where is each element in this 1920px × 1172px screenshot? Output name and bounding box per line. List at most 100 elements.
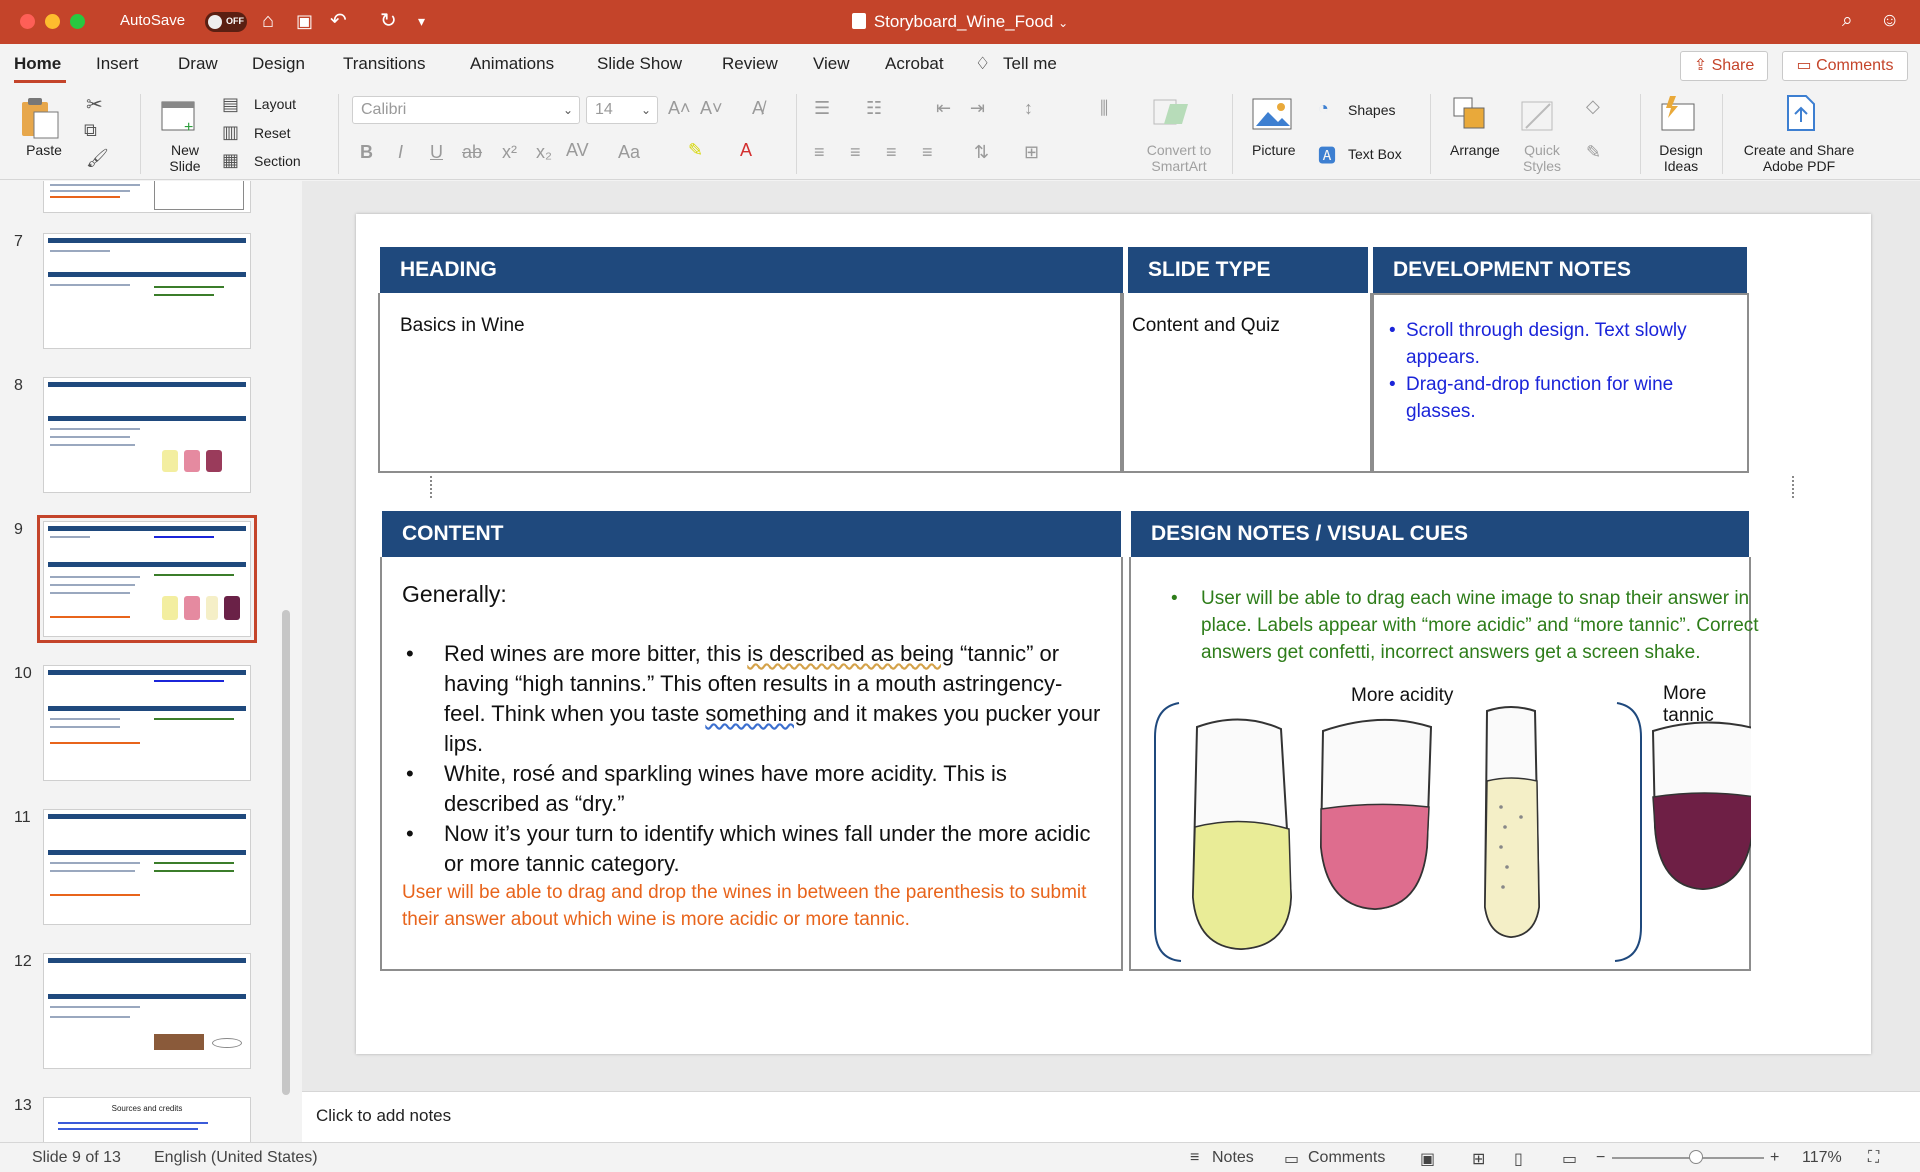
account-icon[interactable]: ☺ [1880, 9, 1899, 33]
align-right-icon[interactable]: ≡ [886, 142, 897, 163]
design-notes-cell[interactable]: • User will be able to drag each wine im… [1129, 557, 1759, 971]
slide-type-cell[interactable]: Content and Quiz [1122, 293, 1372, 473]
italic-icon[interactable]: I [398, 142, 403, 163]
smartart-icon[interactable] [1150, 96, 1192, 130]
align-text-icon[interactable]: ⊞ [1024, 142, 1039, 163]
picture-label[interactable]: Picture [1252, 142, 1296, 158]
reset-icon[interactable]: ▥ [222, 122, 239, 143]
shapes-icon[interactable]: ◔ [1318, 98, 1329, 119]
justify-icon[interactable]: ≡ [922, 142, 933, 163]
align-center-icon[interactable]: ≡ [850, 142, 861, 163]
shapes-label[interactable]: Shapes [1348, 102, 1395, 118]
arrange-label[interactable]: Arrange [1450, 142, 1500, 158]
text-box-label[interactable]: Text Box [1348, 146, 1402, 162]
tab-view[interactable]: View [813, 54, 850, 74]
quick-styles-icon[interactable] [1518, 94, 1558, 134]
tab-insert[interactable]: Insert [96, 54, 139, 74]
language-status[interactable]: English (United States) [154, 1149, 318, 1167]
development-notes-cell[interactable]: Scroll through design. Text slowly appea… [1372, 293, 1749, 473]
comments-toggle-button[interactable]: Comments [1308, 1149, 1385, 1167]
cut-icon[interactable]: ✂ [86, 92, 103, 117]
slide-thumbnail-10[interactable] [43, 665, 251, 781]
tab-animations[interactable]: Animations [470, 54, 554, 74]
tab-review[interactable]: Review [722, 54, 778, 74]
superscript-icon[interactable]: x² [502, 142, 517, 163]
slide-sorter-icon[interactable]: ⊞ [1472, 1149, 1485, 1169]
chevron-down-icon[interactable]: ⌄ [1058, 16, 1068, 30]
new-slide-label[interactable]: New Slide [160, 142, 210, 174]
columns-icon[interactable]: ⫼ [1100, 98, 1108, 119]
slide-thumbnail-13[interactable]: Sources and credits [43, 1097, 251, 1142]
red-wine-glass[interactable] [1651, 721, 1751, 891]
subscript-icon[interactable]: x₂ [536, 142, 552, 163]
slide-thumbnail-6[interactable] [43, 181, 251, 213]
text-box-icon[interactable]: 🅰 [1318, 142, 1336, 168]
font-color-icon[interactable]: A [740, 140, 752, 161]
arrange-icon[interactable] [1450, 94, 1490, 134]
pdf-share-icon[interactable] [1780, 92, 1820, 134]
decrease-font-icon[interactable]: A˅ [700, 98, 723, 119]
bullets-icon[interactable]: ☰ [814, 98, 830, 119]
tab-tell-me[interactable]: Tell me [1003, 54, 1057, 74]
tab-transitions[interactable]: Transitions [343, 54, 426, 74]
design-ideas-label[interactable]: Design Ideas [1654, 142, 1708, 174]
format-painter-icon[interactable]: 🖌 [86, 148, 109, 169]
design-ideas-icon[interactable] [1656, 94, 1700, 134]
heading-cell[interactable]: Basics in Wine [378, 293, 1122, 473]
layout-icon[interactable]: ▤ [222, 94, 239, 115]
align-left-icon[interactable]: ≡ [814, 142, 825, 163]
underline-icon[interactable]: U [430, 142, 443, 163]
tab-slide-show[interactable]: Slide Show [597, 54, 682, 74]
slide-thumbnail-8[interactable] [43, 377, 251, 493]
zoom-slider-handle[interactable] [1689, 1150, 1703, 1164]
search-icon[interactable]: ⌕ [1842, 9, 1853, 33]
slide-canvas[interactable]: HEADING SLIDE TYPE DEVELOPMENT NOTES Bas… [356, 214, 1871, 1054]
create-share-pdf-label[interactable]: Create and Share Adobe PDF [1736, 142, 1862, 174]
slide-thumbnail-9[interactable] [37, 515, 257, 643]
section-label[interactable]: Section [254, 153, 301, 169]
highlight-color-icon[interactable]: ✎ [688, 140, 703, 161]
increase-indent-icon[interactable]: ⇥ [970, 98, 985, 119]
zoom-in-icon[interactable]: + [1770, 1149, 1779, 1167]
zoom-out-icon[interactable]: − [1596, 1149, 1605, 1167]
paste-icon[interactable] [18, 96, 62, 140]
picture-icon[interactable] [1250, 96, 1294, 132]
zoom-slider-track[interactable] [1612, 1157, 1764, 1159]
paste-label[interactable]: Paste [24, 142, 64, 158]
layout-label[interactable]: Layout [254, 96, 296, 112]
fit-to-window-icon[interactable]: ⛶ [1868, 1149, 1879, 1167]
character-spacing-icon[interactable]: AV [566, 140, 589, 161]
normal-view-icon[interactable]: ▣ [1420, 1149, 1435, 1169]
font-name-select[interactable]: Calibri ⌄ [352, 96, 580, 124]
strikethrough-icon[interactable]: ab [462, 142, 482, 163]
tab-design[interactable]: Design [252, 54, 305, 74]
shape-fill-icon[interactable]: ◇ [1586, 96, 1600, 117]
slide-show-icon[interactable]: ▭ [1562, 1149, 1577, 1169]
thumbnail-scrollbar[interactable] [282, 610, 290, 1095]
comments-button[interactable]: ▭ Comments [1782, 51, 1908, 81]
slide-thumbnail-12[interactable] [43, 953, 251, 1069]
convert-smartart-label[interactable]: Convert to SmartArt [1136, 142, 1222, 174]
section-icon[interactable]: ▦ [222, 150, 239, 171]
slide-thumbnail-11[interactable] [43, 809, 251, 925]
new-slide-icon[interactable]: + [156, 96, 200, 136]
reset-label[interactable]: Reset [254, 125, 291, 141]
sparkling-wine-glass[interactable] [1483, 706, 1541, 939]
tab-draw[interactable]: Draw [178, 54, 218, 74]
notes-toggle-button[interactable]: Notes [1212, 1149, 1254, 1167]
decrease-indent-icon[interactable]: ⇤ [936, 98, 951, 119]
copy-icon[interactable]: ⧉ [84, 120, 97, 141]
text-direction-icon[interactable]: ⇅ [974, 142, 989, 163]
increase-font-icon[interactable]: A˄ [668, 98, 691, 119]
rose-wine-glass[interactable] [1319, 718, 1433, 911]
shape-outline-icon[interactable]: ✎ [1586, 142, 1601, 163]
change-case-icon[interactable]: Aa [618, 142, 640, 163]
zoom-level[interactable]: 117% [1802, 1149, 1842, 1167]
quick-styles-label[interactable]: Quick Styles [1518, 142, 1566, 174]
notes-pane[interactable]: Click to add notes [302, 1091, 1920, 1142]
font-size-select[interactable]: 14 ⌄ [586, 96, 658, 124]
reading-view-icon[interactable]: ▯ [1514, 1149, 1523, 1169]
bold-icon[interactable]: B [360, 142, 373, 163]
tab-acrobat[interactable]: Acrobat [885, 54, 944, 74]
numbering-icon[interactable]: ☷ [866, 98, 882, 119]
